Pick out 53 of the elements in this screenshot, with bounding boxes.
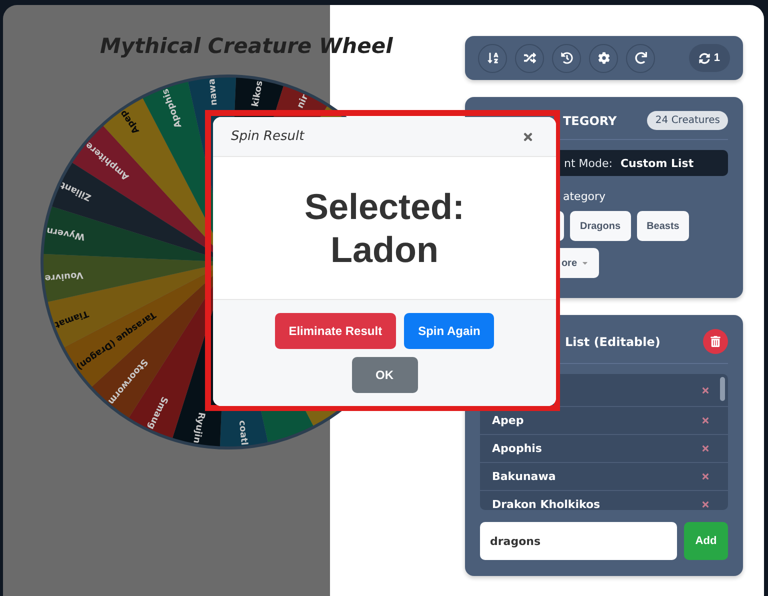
close-icon xyxy=(701,500,710,509)
result-text: Selected: Ladon xyxy=(303,185,466,271)
list-item: Apophis xyxy=(492,442,542,455)
wheel-label: nawa xyxy=(207,78,220,106)
panel-heading: List (Editable) xyxy=(565,334,660,348)
list-item: Bakunawa xyxy=(492,470,556,483)
category-button[interactable]: Dragons xyxy=(570,211,631,241)
wheel-label: Ryujin xyxy=(190,411,206,444)
sync-icon xyxy=(698,52,710,64)
count-badge: 24 Creatures xyxy=(647,111,728,130)
remove-button[interactable] xyxy=(701,444,710,453)
close-icon xyxy=(522,130,534,142)
sort-button[interactable] xyxy=(478,44,507,72)
clear-list-button[interactable] xyxy=(703,329,728,354)
spin-count-button[interactable]: 1 xyxy=(688,44,730,72)
close-icon xyxy=(701,386,710,394)
list-item: Drakon Kholkikos xyxy=(492,498,600,510)
history-icon xyxy=(560,52,572,64)
dialog-title: Spin Result xyxy=(231,129,304,144)
eliminate-button[interactable]: Eliminate Result xyxy=(274,313,396,349)
wheel-label: nir xyxy=(296,93,311,110)
close-icon xyxy=(701,444,710,453)
trash-icon xyxy=(710,336,721,347)
sort-icon xyxy=(486,52,498,64)
mode-value: Custom List xyxy=(620,156,694,170)
section-label: ategory xyxy=(563,190,607,203)
panel-heading: TEGORY xyxy=(563,114,617,128)
caret-icon xyxy=(581,259,589,267)
close-icon xyxy=(701,416,710,425)
redo-button[interactable] xyxy=(626,44,655,72)
wheel-label: Vouivre xyxy=(44,269,84,283)
mode-label: nt Mode: xyxy=(564,156,612,170)
ok-button[interactable]: OK xyxy=(352,357,418,393)
spin-again-button[interactable]: Spin Again xyxy=(404,313,494,349)
remove-button[interactable] xyxy=(701,416,710,425)
close-button[interactable] xyxy=(522,130,534,142)
wheel-label: kikos xyxy=(250,80,266,108)
remove-button[interactable] xyxy=(701,472,710,481)
shuffle-button[interactable] xyxy=(515,44,544,72)
wheel-label: coatl xyxy=(236,420,249,446)
shuffle-icon xyxy=(524,52,536,64)
list-item: Apep xyxy=(492,414,524,427)
remove-button[interactable] xyxy=(701,500,710,509)
close-icon xyxy=(701,472,710,481)
scrollbar-thumb[interactable] xyxy=(720,377,725,401)
remove-button[interactable] xyxy=(701,386,710,394)
gear-icon xyxy=(598,52,610,64)
redo-icon xyxy=(634,52,646,64)
input-field[interactable]: dragons xyxy=(480,522,677,560)
history-button[interactable] xyxy=(552,44,581,72)
category-button[interactable]: Beasts xyxy=(636,211,690,241)
wheel-label: Wyvern xyxy=(46,224,86,242)
settings-button[interactable] xyxy=(589,44,618,72)
